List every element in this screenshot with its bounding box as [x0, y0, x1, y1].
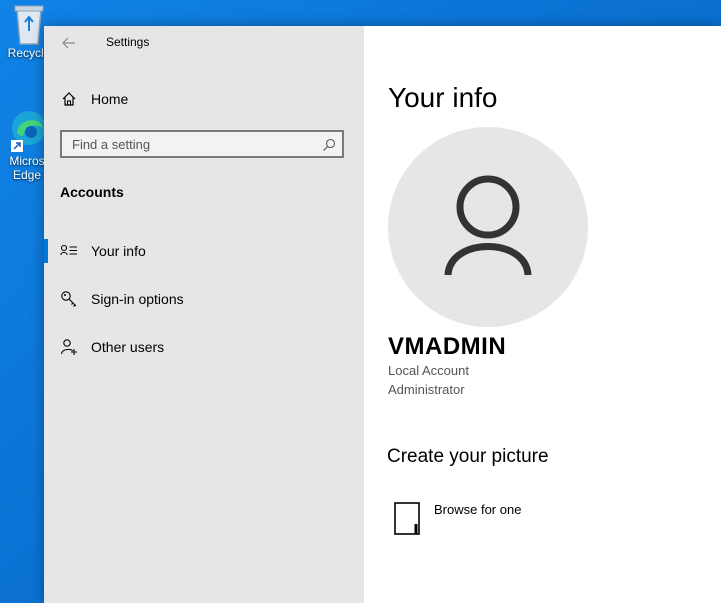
nav-item-label: Sign-in options	[91, 291, 184, 307]
file-icon	[394, 502, 420, 535]
create-picture-heading: Create your picture	[387, 446, 549, 467]
settings-window: Settings Home Accounts	[44, 26, 721, 603]
back-arrow-icon	[62, 37, 75, 49]
page-title: Your info	[388, 82, 498, 113]
edge-browser-icon	[11, 111, 46, 152]
nav-home-label: Home	[91, 91, 129, 107]
nav-item-sign-in-options[interactable]: Sign-in options	[44, 281, 364, 317]
account-role: Administrator	[388, 382, 465, 397]
person-card-icon	[60, 242, 78, 260]
nav-home-button[interactable]: Home	[60, 86, 350, 112]
user-name: VMADMIN	[388, 333, 507, 360]
search-input[interactable]	[72, 136, 312, 152]
search-box	[60, 130, 344, 158]
back-button[interactable]	[56, 32, 82, 54]
nav-item-your-info[interactable]: Your info	[44, 233, 364, 269]
navigation-pane: Settings Home Accounts	[44, 26, 364, 603]
avatar	[388, 127, 588, 327]
search-icon[interactable]	[322, 138, 336, 152]
person-add-icon	[60, 338, 78, 356]
nav-item-label: Other users	[91, 339, 165, 355]
selected-indicator	[44, 239, 48, 263]
section-heading-accounts: Accounts	[60, 184, 124, 200]
window-title: Settings	[106, 35, 150, 49]
home-icon	[60, 90, 78, 108]
account-type: Local Account	[388, 363, 469, 378]
nav-item-label: Your info	[91, 243, 146, 259]
user-silhouette-icon	[444, 175, 532, 276]
nav-item-other-users[interactable]: Other users	[44, 329, 364, 365]
browse-label: Browse for one	[434, 502, 522, 517]
browse-for-one-button[interactable]: Browse for one	[388, 498, 608, 538]
key-icon	[60, 290, 78, 308]
recycle-bin-icon	[14, 5, 44, 45]
content-pane: Your info VMADMIN Local Account Administ…	[364, 26, 721, 603]
